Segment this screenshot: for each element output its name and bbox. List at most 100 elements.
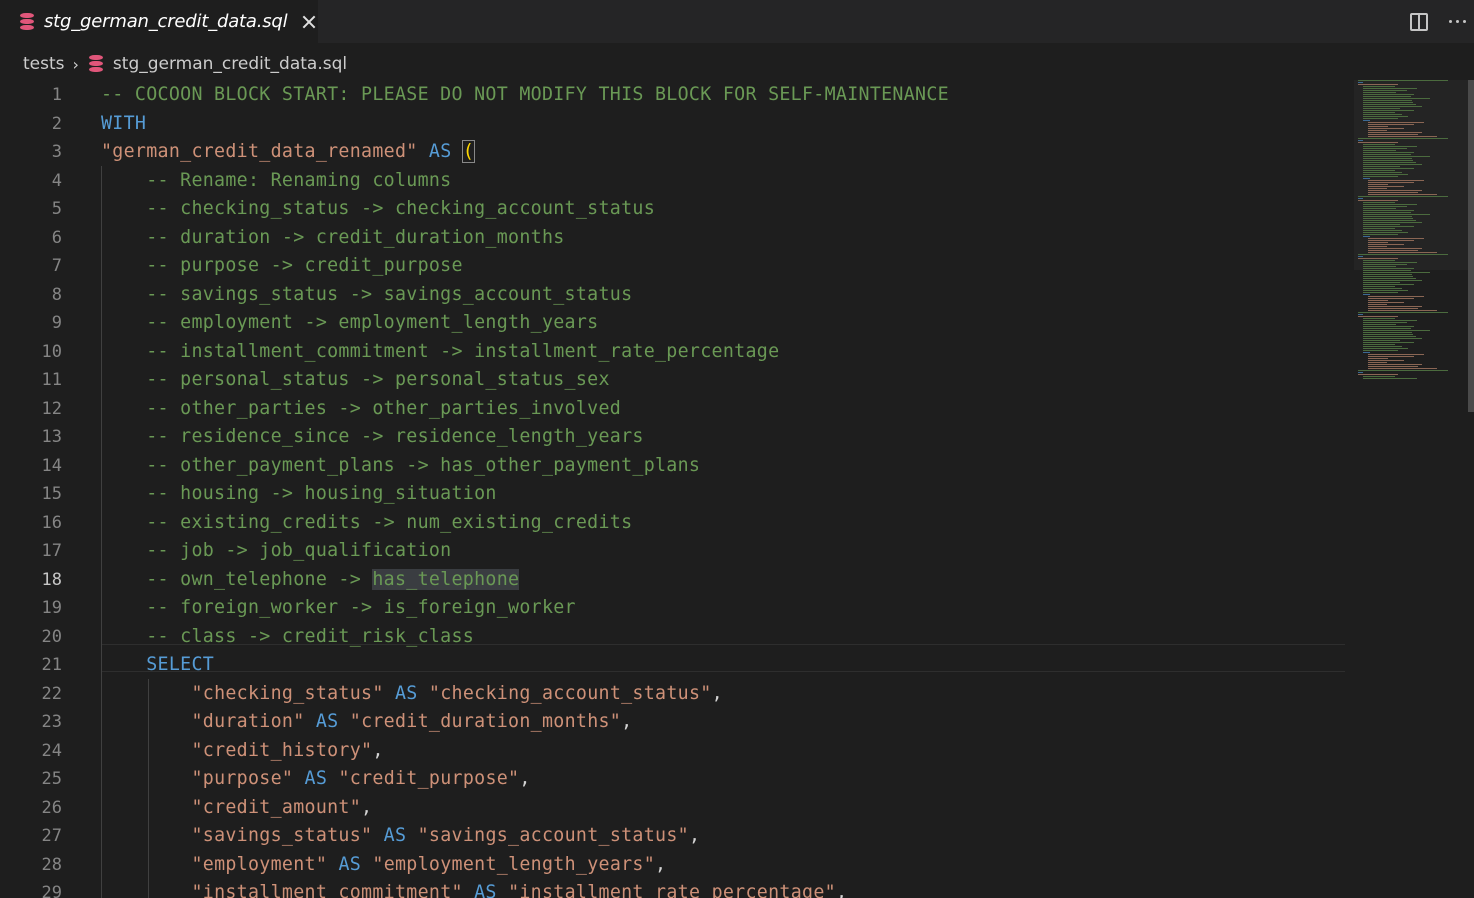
minimap-line (1358, 138, 1448, 139)
code-text[interactable]: "employment" AS "employment_length_years… (101, 851, 666, 880)
code-line[interactable]: 23 "duration" AS "credit_duration_months… (0, 708, 1350, 737)
code-line[interactable]: 14 -- other_payment_plans -> has_other_p… (0, 452, 1350, 481)
code-line[interactable]: 25 "purpose" AS "credit_purpose", (0, 765, 1350, 794)
code-line[interactable]: 26 "credit_amount", (0, 794, 1350, 823)
minimap-line (1367, 300, 1388, 301)
code-line[interactable]: 1 -- COCOON BLOCK START: PLEASE DO NOT MO… (0, 81, 1350, 110)
minimap-line (1362, 236, 1370, 237)
minimap-line (1367, 298, 1415, 299)
line-number: 18 (41, 569, 62, 590)
code-line[interactable]: 16 -- existing_credits -> num_existing_c… (0, 509, 1350, 538)
minimap-line (1362, 222, 1422, 223)
chevron-right-icon: › (72, 54, 79, 74)
minimap-line (1362, 350, 1398, 351)
split-editor-icon[interactable] (1410, 12, 1428, 31)
minimap-line (1367, 360, 1404, 361)
breadcrumb-folder[interactable]: tests (23, 54, 65, 74)
code-text[interactable]: -- COCOON BLOCK START: PLEASE DO NOT MOD… (101, 81, 949, 110)
code-text[interactable]: -- duration -> credit_duration_months (101, 224, 565, 253)
minimap-line (1362, 166, 1400, 167)
code-text[interactable]: -- other_payment_plans -> has_other_paym… (101, 452, 700, 481)
code-text[interactable]: "credit_history", (101, 737, 384, 766)
code-line[interactable]: 17 -- job -> job_qualification (0, 537, 1350, 566)
close-icon[interactable] (301, 14, 317, 30)
code-text[interactable]: "credit_amount", (101, 794, 372, 823)
code-text[interactable]: -- other_parties -> other_parties_involv… (101, 395, 621, 424)
code-text[interactable]: "savings_status" AS "savings_account_sta… (101, 822, 700, 851)
minimap-line (1362, 342, 1415, 343)
code-line[interactable]: 29 "installment_commitment" AS "installm… (0, 879, 1350, 898)
code-line[interactable]: 9 -- employment -> employment_length_yea… (0, 309, 1350, 338)
code-line[interactable]: 15 -- housing -> housing_situation (0, 480, 1350, 509)
vertical-scrollbar[interactable] (1468, 80, 1474, 412)
minimap-line (1367, 128, 1404, 129)
code-text[interactable]: SELECT (101, 651, 214, 680)
code-line[interactable]: 18 -- own_telephone -> has_telephone (0, 566, 1350, 595)
code-line[interactable]: 8 -- savings_status -> savings_account_s… (0, 281, 1350, 310)
code-line[interactable]: 10 -- installment_commitment -> installm… (0, 338, 1350, 367)
code-text[interactable]: -- residence_since -> residence_length_y… (101, 423, 644, 452)
tab-stg-german-credit-data[interactable]: stg_german_credit_data.sql (0, 0, 318, 43)
minimap-line (1358, 196, 1448, 197)
code-text[interactable]: "duration" AS "credit_duration_months", (101, 708, 632, 737)
code-line[interactable]: 19 -- foreign_worker -> is_foreign_worke… (0, 594, 1350, 623)
line-number: 29 (41, 883, 62, 898)
minimap-line (1367, 188, 1387, 189)
code-text[interactable]: -- own_telephone -> has_telephone (101, 566, 520, 595)
code-text[interactable]: "installment_commitment" AS "installment… (101, 879, 847, 898)
code-line[interactable]: 12 -- other_parties -> other_parties_inv… (0, 395, 1350, 424)
code-line[interactable]: 7 -- purpose -> credit_purpose (0, 252, 1350, 281)
minimap-line (1362, 378, 1417, 379)
minimap-line (1362, 108, 1400, 109)
minimap-line (1367, 240, 1415, 241)
minimap-line (1367, 368, 1438, 369)
code-text[interactable]: -- existing_credits -> num_existing_cred… (101, 509, 632, 538)
minimap-line (1362, 336, 1416, 337)
code-text[interactable]: -- job -> job_qualification (101, 537, 452, 566)
code-text[interactable]: "checking_status" AS "checking_account_s… (101, 680, 723, 709)
code-line[interactable]: 27 "savings_status" AS "savings_account_… (0, 822, 1350, 851)
minimap-line (1362, 220, 1416, 221)
minimap-line (1367, 122, 1424, 123)
breadcrumb-file[interactable]: stg_german_credit_data.sql (113, 54, 347, 74)
minimap[interactable] (1354, 80, 1470, 380)
minimap-line (1362, 144, 1396, 145)
code-text[interactable]: -- savings_status -> savings_account_sta… (101, 281, 632, 310)
code-editor[interactable]: 1 -- COCOON BLOCK START: PLEASE DO NOT MO… (0, 80, 1350, 898)
code-line[interactable]: 21 SELECT (0, 651, 1350, 680)
code-line[interactable]: 4 -- Rename: Renaming columns (0, 167, 1350, 196)
code-line[interactable]: 5 -- checking_status -> checking_account… (0, 195, 1350, 224)
code-text[interactable]: "german_credit_data_renamed" AS ( (101, 138, 476, 167)
code-text[interactable]: WITH (101, 110, 146, 139)
code-text[interactable]: -- class -> credit_risk_class (101, 623, 474, 652)
code-line[interactable]: 3 "german_credit_data_renamed" AS ( (0, 138, 1350, 167)
code-text[interactable]: -- installment_commitment -> installment… (101, 338, 779, 367)
minimap-line (1362, 146, 1417, 147)
code-line[interactable]: 24 "credit_history", (0, 737, 1350, 766)
line-number: 17 (41, 541, 62, 561)
code-line[interactable]: 13 -- residence_since -> residence_lengt… (0, 423, 1350, 452)
minimap-line (1367, 246, 1387, 247)
code-text[interactable]: -- checking_status -> checking_account_s… (101, 195, 655, 224)
minimap-line (1358, 140, 1363, 141)
code-text[interactable]: "purpose" AS "credit_purpose", (101, 765, 531, 794)
minimap-line (1362, 284, 1415, 285)
code-text[interactable]: -- Rename: Renaming columns (101, 167, 452, 196)
code-text[interactable]: -- foreign_worker -> is_foreign_worker (101, 594, 576, 623)
code-line[interactable]: 20 -- class -> credit_risk_class (0, 623, 1350, 652)
code-line[interactable]: 11 -- personal_status -> personal_status… (0, 366, 1350, 395)
minimap-line (1362, 260, 1396, 261)
code-line[interactable]: 2 WITH (0, 110, 1350, 139)
minimap-line (1362, 324, 1397, 325)
minimap-line (1367, 186, 1404, 187)
more-actions-icon[interactable] (1446, 20, 1468, 23)
code-text[interactable]: -- personal_status -> personal_status_se… (101, 366, 610, 395)
code-line[interactable]: 28 "employment" AS "employment_length_ye… (0, 851, 1350, 880)
code-text[interactable]: -- housing -> housing_situation (101, 480, 497, 509)
code-line[interactable]: 22 "checking_status" AS "checking_accoun… (0, 680, 1350, 709)
code-text[interactable]: -- purpose -> credit_purpose (101, 252, 463, 281)
code-text[interactable]: -- employment -> employment_length_years (101, 309, 598, 338)
minimap-line (1362, 170, 1396, 171)
code-line[interactable]: 6 -- duration -> credit_duration_months (0, 224, 1350, 253)
minimap-line (1362, 338, 1422, 339)
